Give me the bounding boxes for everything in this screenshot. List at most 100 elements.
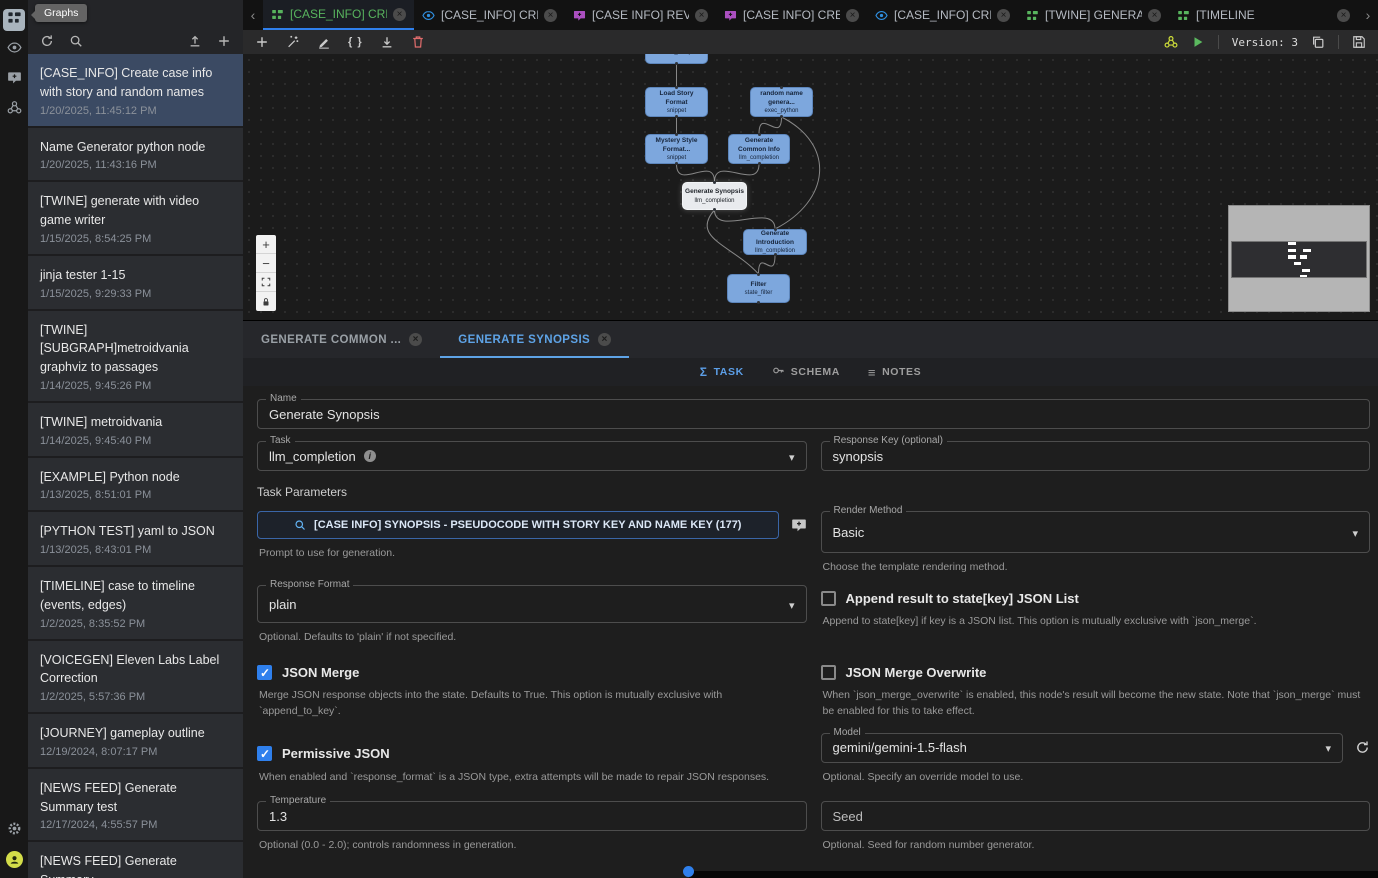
- graphs-nav-button[interactable]: [3, 9, 25, 31]
- save-icon[interactable]: [1352, 35, 1366, 49]
- fit-view-button[interactable]: [256, 273, 276, 292]
- response-key-field[interactable]: Response Key (optional) synopsis: [821, 441, 1371, 471]
- close-icon[interactable]: ×: [997, 9, 1010, 22]
- delete-trash-button[interactable]: [411, 35, 425, 49]
- list-item[interactable]: [EXAMPLE] Python node1/13/2025, 8:51:01 …: [28, 458, 243, 511]
- zoom-in-button[interactable]: +: [256, 235, 276, 254]
- graph-icon: [7, 10, 22, 30]
- list-item[interactable]: [NEWS FEED] Generate Summary12/17/2024, …: [28, 842, 243, 878]
- tabs-scroll-left-button[interactable]: ‹: [243, 0, 263, 30]
- add-node-button[interactable]: [255, 35, 269, 49]
- tabs-scroll-right-button[interactable]: ›: [1358, 0, 1378, 30]
- close-icon[interactable]: ×: [1148, 9, 1161, 22]
- list-item[interactable]: [TIMELINE] case to timeline (events, edg…: [28, 567, 243, 639]
- json-merge-checkbox[interactable]: JSON Merge: [257, 663, 807, 681]
- auto-layout-wand-button[interactable]: [286, 35, 300, 49]
- checkbox[interactable]: [821, 665, 836, 680]
- list-item[interactable]: [NEWS FEED] Generate Summary test12/17/2…: [28, 769, 243, 841]
- graph-node[interactable]: Generate Synopsisllm_completion: [682, 182, 747, 210]
- app-window: Graphs Graphs [CASE_INFO] Create case in…: [0, 0, 1378, 878]
- list-item[interactable]: jinja tester 1-151/15/2025, 9:29:33 PM: [28, 256, 243, 309]
- watchers-nav-button[interactable]: [3, 39, 25, 61]
- graph-node[interactable]: state_inkey: [645, 54, 708, 64]
- task-select[interactable]: Task llm_completion: [257, 441, 807, 471]
- scroll-handle[interactable]: [683, 866, 694, 877]
- graph-node[interactable]: Generate Common Infollm_completion: [728, 134, 790, 164]
- tab-task[interactable]: TASK: [700, 365, 744, 379]
- close-icon[interactable]: ×: [544, 9, 557, 22]
- node-tab-generate-common[interactable]: GENERATE COMMON ...: [243, 321, 440, 358]
- search-icon[interactable]: [69, 34, 83, 48]
- node-tab-generate-synopsis[interactable]: GENERATE SYNOPSIS: [440, 321, 629, 358]
- editor-tab-6[interactable]: [TIMELINE×: [1169, 0, 1358, 30]
- close-icon[interactable]: ×: [695, 9, 708, 22]
- editor-tab-5[interactable]: [TWINE] GENERAT...×: [1018, 0, 1169, 30]
- copy-icon[interactable]: [1311, 35, 1325, 49]
- edit-json-button[interactable]: { }: [348, 36, 363, 48]
- webhook-run-icon[interactable]: [1164, 35, 1178, 49]
- key-icon: [772, 364, 785, 380]
- close-icon[interactable]: ×: [393, 8, 406, 21]
- lock-button[interactable]: [256, 292, 276, 311]
- comment-plus-icon[interactable]: [791, 517, 807, 533]
- tab-schema[interactable]: SCHEMA: [772, 364, 840, 380]
- download-icon[interactable]: [380, 35, 394, 49]
- graph-node[interactable]: Mystery Style Format...snippet: [645, 134, 708, 164]
- list-item[interactable]: [VOICEGEN] Eleven Labs Label Correction1…: [28, 641, 243, 713]
- minimap-node: [1288, 255, 1296, 259]
- name-field[interactable]: Name Generate Synopsis: [257, 399, 1370, 429]
- checkbox[interactable]: [257, 746, 272, 761]
- json-merge-overwrite-checkbox[interactable]: JSON Merge Overwrite: [821, 663, 1371, 681]
- refresh-models-button[interactable]: [1355, 740, 1370, 755]
- play-button[interactable]: [1191, 35, 1205, 49]
- minimap[interactable]: [1228, 205, 1370, 312]
- edit-title-pencil-button[interactable]: [317, 35, 331, 49]
- hooks-nav-button[interactable]: [3, 99, 25, 121]
- tab-notes[interactable]: NOTES: [868, 365, 921, 380]
- node-editor-panel: GENERATE COMMON ... GENERATE SYNOPSIS TA…: [243, 320, 1378, 878]
- list-item[interactable]: [TWINE] generate with video game writer1…: [28, 182, 243, 254]
- response-format-select[interactable]: Response Format plain: [257, 585, 807, 623]
- append-to-key-checkbox[interactable]: Append result to state[key] JSON List: [821, 589, 1371, 607]
- close-icon[interactable]: ×: [1337, 9, 1350, 22]
- editor-tab-3[interactable]: [CASE INFO] CRE...×: [716, 0, 867, 30]
- prompts-nav-button[interactable]: [3, 69, 25, 91]
- permissive-json-helper: When enabled and `response_format` is a …: [259, 770, 805, 785]
- temperature-field[interactable]: Temperature 1.3: [257, 801, 807, 831]
- seed-field[interactable]: Seed: [821, 801, 1371, 831]
- refresh-icon[interactable]: [40, 34, 54, 48]
- graph-icon: [271, 8, 284, 21]
- horizontal-scrollbar[interactable]: [689, 871, 1378, 878]
- list-item[interactable]: [TWINE] metroidvania1/14/2025, 9:45:40 P…: [28, 403, 243, 456]
- checkbox[interactable]: [821, 591, 836, 606]
- editor-tab-1[interactable]: [CASE_INFO] CRE...×: [414, 0, 565, 30]
- render-method-select[interactable]: Render Method Basic: [821, 511, 1371, 553]
- checkbox[interactable]: [257, 665, 272, 680]
- upload-icon[interactable]: [188, 34, 202, 48]
- editor-tab-0[interactable]: [CASE_INFO] CRE...×: [263, 0, 414, 30]
- graph-node[interactable]: Load Story Formatsnippet: [645, 87, 708, 117]
- list-item[interactable]: [JOURNEY] gameplay outline12/19/2024, 8:…: [28, 714, 243, 767]
- graph-node[interactable]: Generate Introductionllm_completion: [743, 229, 807, 255]
- zoom-out-button[interactable]: −: [256, 254, 276, 273]
- settings-button[interactable]: [3, 820, 25, 842]
- prompt-select-button[interactable]: [CASE INFO] SYNOPSIS - PSEUDOCODE WITH S…: [257, 511, 779, 539]
- list-item[interactable]: [TWINE][SUBGRAPH]metroidvania graphviz t…: [28, 311, 243, 401]
- list-item[interactable]: [CASE_INFO] Create case info with story …: [28, 54, 243, 126]
- eye-icon: [422, 9, 435, 22]
- graph-canvas[interactable]: + − state_inkey Load Story Formatsnippet r…: [243, 54, 1378, 320]
- close-icon[interactable]: [598, 333, 611, 346]
- graph-node[interactable]: Filterstate_filter: [727, 274, 790, 303]
- close-icon[interactable]: [409, 333, 422, 346]
- close-icon[interactable]: ×: [846, 9, 859, 22]
- editor-tab-4[interactable]: [CASE_INFO] CRE...×: [867, 0, 1018, 30]
- graph-node[interactable]: random name genera...exec_python: [750, 87, 813, 117]
- account-avatar[interactable]: [6, 851, 23, 868]
- list-item[interactable]: Name Generator python node1/20/2025, 11:…: [28, 128, 243, 181]
- permissive-json-checkbox[interactable]: Permissive JSON: [257, 745, 807, 763]
- editor-tab-2[interactable]: [CASE INFO] REVI...×: [565, 0, 716, 30]
- info-icon[interactable]: [364, 450, 376, 462]
- model-select[interactable]: Model gemini/gemini-1.5-flash: [821, 733, 1344, 763]
- list-item[interactable]: [PYTHON TEST] yaml to JSON1/13/2025, 8:4…: [28, 512, 243, 565]
- add-graph-button[interactable]: [217, 34, 231, 48]
